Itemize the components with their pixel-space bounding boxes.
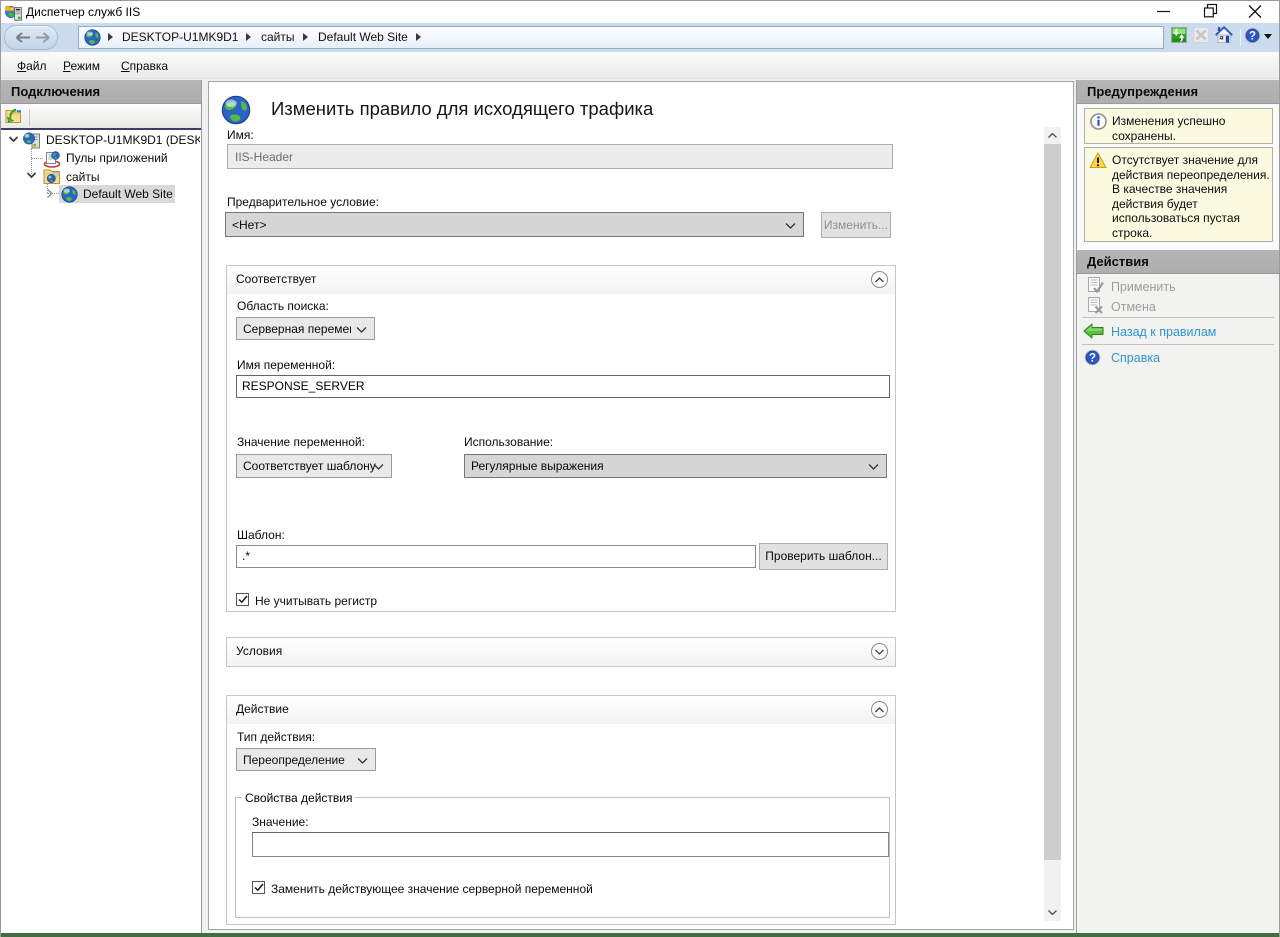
svg-text:?: ? (1089, 353, 1096, 365)
svg-text:?: ? (1249, 31, 1256, 43)
